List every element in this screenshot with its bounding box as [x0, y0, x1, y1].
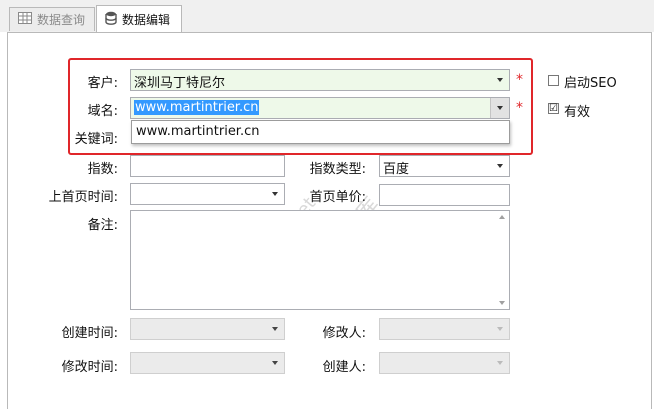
remark-label: 备注: — [87, 218, 118, 233]
index-type-select[interactable]: 百度 — [379, 155, 510, 177]
modify-time-picker — [130, 352, 285, 374]
valid-label: 有效 — [564, 105, 591, 120]
chevron-down-icon — [266, 319, 284, 339]
tab-data-edit[interactable]: 数据编辑 — [96, 5, 182, 33]
creator-select — [379, 352, 510, 374]
create-time-label: 创建时间: — [61, 326, 118, 341]
first-page-price-input[interactable] — [379, 184, 510, 206]
chevron-down-icon — [491, 319, 509, 339]
modifier-label: 修改人: — [322, 326, 366, 341]
vertical-scrollbar[interactable] — [495, 211, 509, 309]
index-label: 指数: — [87, 162, 118, 177]
chevron-down-icon[interactable] — [266, 184, 284, 204]
table-icon — [18, 12, 32, 27]
enable-seo-label: 启动SEO — [564, 76, 617, 91]
index-input[interactable] — [130, 155, 285, 177]
index-type-label: 指数类型: — [309, 162, 366, 177]
tab-label: 数据查询 — [37, 13, 86, 27]
first-page-time-label: 上首页时间: — [48, 190, 118, 205]
modifier-select — [379, 318, 510, 340]
remark-textarea[interactable] — [130, 210, 510, 310]
create-time-picker — [130, 318, 285, 340]
scroll-up-icon[interactable] — [499, 215, 505, 219]
scroll-down-icon[interactable] — [499, 301, 505, 305]
dropdown-option[interactable]: www.martintrier.cn — [136, 124, 259, 139]
checkmark-icon: ☑ — [549, 102, 558, 114]
enable-seo-checkbox[interactable] — [548, 75, 559, 86]
chevron-down-icon[interactable] — [491, 156, 509, 176]
index-type-value: 百度 — [383, 162, 410, 177]
valid-checkbox[interactable]: ☑ — [548, 103, 559, 114]
tab-bar: 数据查询 数据编辑 — [0, 0, 654, 33]
chevron-down-icon — [491, 353, 509, 373]
domain-dropdown-list[interactable]: www.martintrier.cn — [131, 120, 510, 144]
tab-data-query[interactable]: 数据查询 — [9, 7, 95, 31]
database-icon — [105, 11, 117, 28]
first-page-price-label: 首页单价: — [309, 190, 366, 205]
creator-label: 创建人: — [322, 360, 366, 375]
first-page-time-picker[interactable] — [130, 183, 285, 205]
tab-label: 数据编辑 — [122, 13, 171, 27]
modify-time-label: 修改时间: — [61, 360, 118, 375]
chevron-down-icon — [266, 353, 284, 373]
